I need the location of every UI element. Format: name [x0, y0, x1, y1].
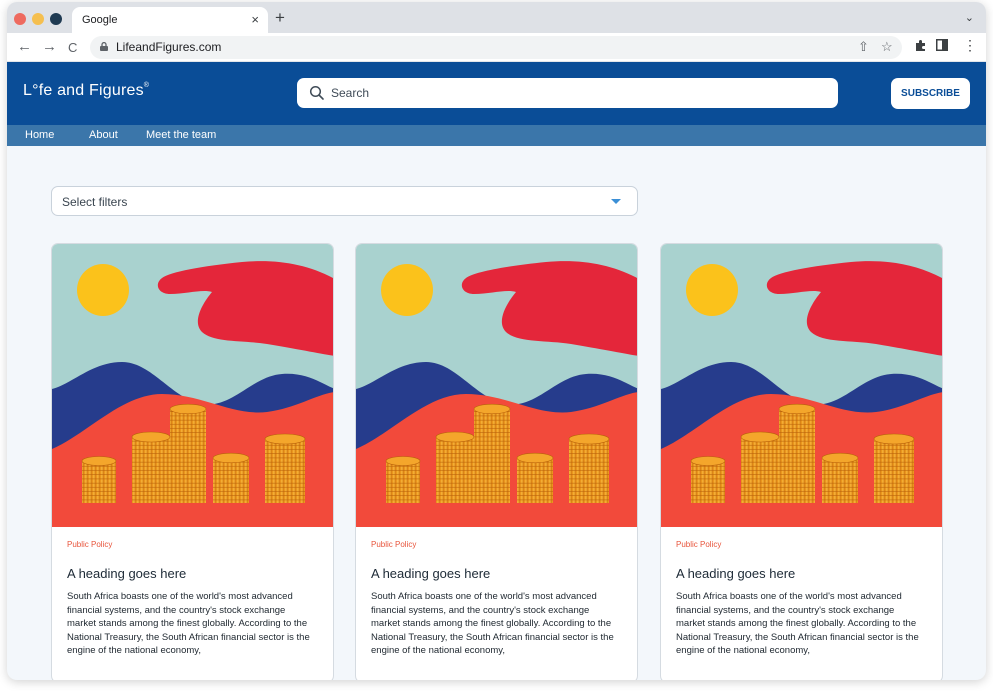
registered-mark: ® [143, 82, 150, 89]
chevron-down-icon [611, 199, 621, 204]
tab-search-chevron-icon[interactable]: ⌄ [965, 11, 974, 24]
card-title[interactable]: A heading goes here [67, 566, 186, 581]
browser-window: Google × + ⌄ ← → C LifeandFigures.com ⇧ … [7, 2, 986, 680]
back-button[interactable]: ← [17, 38, 32, 55]
article-card[interactable]: Public Policy A heading goes here South … [355, 243, 638, 680]
forward-button[interactable]: → [42, 38, 57, 55]
search-input[interactable]: Search [297, 78, 838, 108]
card-body: South Africa boasts one of the world's m… [67, 591, 310, 657]
browser-tab[interactable]: Google × [72, 7, 268, 33]
search-icon [309, 85, 324, 100]
nav-about[interactable]: About [89, 129, 118, 141]
article-illustration [661, 244, 942, 527]
card-title[interactable]: A heading goes here [371, 566, 490, 581]
puzzle-icon[interactable] [914, 39, 927, 52]
share-icon[interactable]: ⇧ [858, 39, 869, 55]
nav-meet-the-team[interactable]: Meet the team [146, 129, 216, 141]
address-bar[interactable]: LifeandFigures.com ⇧ ☆ [90, 36, 902, 59]
kebab-menu-icon[interactable]: ⋮ [963, 37, 977, 54]
side-panel-icon[interactable] [936, 39, 948, 51]
card-body: South Africa boasts one of the world's m… [676, 591, 919, 657]
card-category[interactable]: Public Policy [67, 540, 112, 549]
minimize-window-button[interactable] [32, 13, 44, 25]
card-category[interactable]: Public Policy [371, 540, 416, 549]
tab-strip: Google × + ⌄ [7, 2, 986, 33]
bookmark-star-icon[interactable]: ☆ [881, 39, 893, 55]
article-card[interactable]: Public Policy A heading goes here South … [660, 243, 943, 680]
filters-select[interactable]: Select filters [51, 186, 638, 216]
tab-close-icon[interactable]: × [251, 12, 259, 27]
card-title[interactable]: A heading goes here [676, 566, 795, 581]
new-tab-button[interactable]: + [275, 8, 285, 28]
card-body: South Africa boasts one of the world's m… [371, 591, 614, 657]
filters-label: Select filters [62, 195, 128, 209]
url-text: LifeandFigures.com [116, 40, 222, 54]
browser-toolbar: ← → C LifeandFigures.com ⇧ ☆ ⋮ [7, 33, 986, 62]
lock-icon [100, 42, 108, 51]
card-category[interactable]: Public Policy [676, 540, 721, 549]
article-card[interactable]: Public Policy A heading goes here South … [51, 243, 334, 680]
site-header: L°fe and Figures® Search SUBSCRIBE [7, 62, 986, 125]
article-illustration [356, 244, 637, 527]
logo-text: L°fe and Figures [23, 82, 144, 99]
search-placeholder: Search [331, 86, 370, 100]
maximize-window-button[interactable] [50, 13, 62, 25]
subscribe-button[interactable]: SUBSCRIBE [891, 78, 970, 109]
site-nav: Home About Meet the team [7, 125, 986, 146]
site-logo[interactable]: L°fe and Figures® [23, 82, 149, 100]
article-illustration [52, 244, 333, 527]
nav-home[interactable]: Home [25, 129, 54, 141]
close-window-button[interactable] [14, 13, 26, 25]
reload-button[interactable]: C [68, 40, 77, 55]
tab-title: Google [82, 14, 118, 26]
